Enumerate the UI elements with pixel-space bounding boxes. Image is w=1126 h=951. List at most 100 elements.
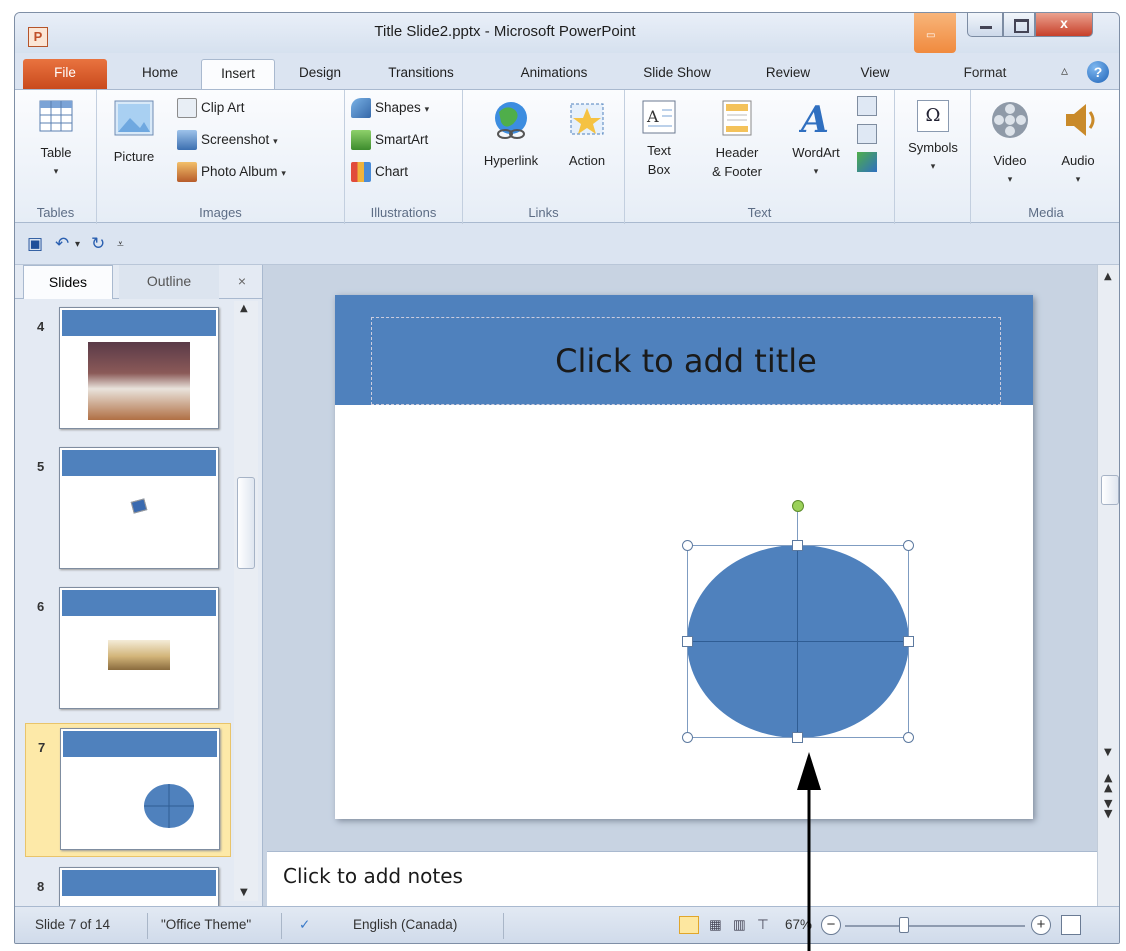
- theme-name[interactable]: "Office Theme": [161, 917, 251, 932]
- tab-outline[interactable]: Outline: [119, 265, 219, 299]
- tab-review[interactable]: Review: [753, 59, 823, 89]
- customize-qat-icon[interactable]: ⩡: [117, 237, 124, 252]
- slide-number: 8: [37, 879, 45, 894]
- resize-handle-top-right[interactable]: [903, 540, 914, 551]
- zoom-slider[interactable]: [845, 917, 1025, 933]
- context-dots-icon: ▭: [926, 30, 936, 41]
- slide-vertical-scrollbar[interactable]: ▲ ▼ ▲ ▲ ▼ ▼: [1097, 265, 1119, 906]
- object-icon[interactable]: [857, 152, 877, 172]
- bedroom-photo: [88, 342, 190, 420]
- fit-slide-icon[interactable]: [1061, 915, 1081, 935]
- svg-text:A: A: [799, 100, 829, 136]
- language[interactable]: English (Canada): [353, 917, 457, 932]
- powerpoint-app-icon[interactable]: P: [28, 27, 48, 47]
- scroll-thumb[interactable]: [1101, 475, 1119, 505]
- header-footer-button[interactable]: Header & Footer: [697, 100, 777, 181]
- video-dropdown-icon: ▾: [1007, 174, 1013, 184]
- smartart-label: SmartArt: [375, 132, 429, 147]
- zoom-out-icon[interactable]: −: [821, 915, 841, 935]
- maximize-button[interactable]: [1003, 13, 1035, 37]
- video-button[interactable]: Video ▾: [977, 100, 1043, 189]
- spell-check-icon[interactable]: ✓: [299, 917, 310, 933]
- undo-dropdown-icon[interactable]: ▾: [75, 239, 80, 250]
- normal-view-icon[interactable]: [679, 916, 699, 934]
- group-symbols: Ω Symbols ▾: [895, 90, 971, 224]
- reading-view-icon[interactable]: ▥: [733, 917, 746, 933]
- tab-file[interactable]: File: [23, 59, 107, 89]
- previous-slide-icon[interactable]: ▲ ▲: [1104, 772, 1112, 793]
- scroll-down-icon[interactable]: ▼: [1104, 747, 1112, 758]
- tab-slides[interactable]: Slides: [23, 265, 113, 299]
- zoom-in-icon[interactable]: +: [1031, 915, 1051, 935]
- slide-thumbnail-7[interactable]: 7: [25, 723, 231, 857]
- help-icon[interactable]: ?: [1087, 61, 1109, 83]
- close-button[interactable]: x: [1035, 13, 1093, 37]
- redo-icon[interactable]: ↻: [91, 234, 105, 254]
- rotation-handle[interactable]: [792, 500, 804, 512]
- resize-handle-bottom-right[interactable]: [903, 732, 914, 743]
- minimize-button[interactable]: [967, 13, 1003, 37]
- resize-handle-bottom-left[interactable]: [682, 732, 693, 743]
- tab-view[interactable]: View: [845, 59, 905, 89]
- slide-info[interactable]: Slide 7 of 14: [35, 917, 110, 932]
- table-dropdown-icon: ▾: [53, 166, 59, 176]
- media-group-label: Media: [1028, 205, 1064, 220]
- clip-art-button[interactable]: Clip Art: [177, 94, 245, 122]
- panel-close-icon[interactable]: ×: [227, 265, 257, 299]
- audio-button[interactable]: Audio ▾: [1045, 100, 1111, 189]
- action-button[interactable]: Action: [557, 100, 617, 170]
- symbols-button[interactable]: Ω Symbols ▾: [899, 100, 967, 176]
- picture-button[interactable]: Picture: [101, 100, 167, 166]
- undo-icon[interactable]: ↶: [55, 234, 69, 254]
- group-text: A Text Box Header & Footer A WordArt ▾ T…: [625, 90, 895, 224]
- wordart-button[interactable]: A WordArt ▾: [781, 99, 851, 181]
- zoom-slider-thumb[interactable]: [899, 917, 909, 933]
- slide-sorter-icon[interactable]: ▦: [709, 917, 722, 933]
- photo-album-button[interactable]: Photo Album ▾: [177, 158, 286, 186]
- tab-insert[interactable]: Insert: [201, 59, 275, 90]
- slide-thumbnail-4[interactable]: 4: [25, 303, 231, 437]
- notes-pane[interactable]: Click to add notes: [267, 851, 1097, 907]
- hyperlink-button[interactable]: Hyperlink: [469, 100, 553, 170]
- slide-thumbnail-6[interactable]: 6: [25, 583, 231, 717]
- tab-slide-show[interactable]: Slide Show: [627, 59, 727, 89]
- slide-show-icon[interactable]: ⊤: [757, 917, 769, 933]
- resize-handle-top[interactable]: [792, 540, 803, 551]
- save-icon[interactable]: ▣: [27, 234, 43, 254]
- scroll-up-icon[interactable]: ▲: [240, 303, 248, 314]
- slide-number: 6: [37, 599, 45, 614]
- next-slide-icon[interactable]: ▼ ▼: [1104, 798, 1112, 819]
- shapes-icon: [351, 98, 371, 119]
- resize-handle-left[interactable]: [682, 636, 693, 647]
- chart-label: Chart: [375, 164, 409, 179]
- group-tables: Table ▾ Tables: [15, 90, 97, 224]
- tab-home[interactable]: Home: [125, 59, 195, 89]
- slides-panel-scrollbar[interactable]: ▲ ▼: [234, 301, 258, 901]
- tab-format[interactable]: Format: [945, 59, 1025, 89]
- resize-handle-top-left[interactable]: [682, 540, 693, 551]
- resize-handle-right[interactable]: [903, 636, 914, 647]
- slide-thumbnail-5[interactable]: 5: [25, 443, 231, 577]
- slide-canvas[interactable]: Click to add title: [335, 295, 1033, 819]
- date-time-icon[interactable]: [857, 96, 877, 116]
- resize-handle-bottom[interactable]: [792, 732, 803, 743]
- tab-transitions[interactable]: Transitions: [371, 59, 471, 89]
- scroll-thumb[interactable]: [237, 477, 255, 569]
- smartart-button[interactable]: SmartArt: [351, 126, 428, 154]
- shapes-button[interactable]: Shapes ▾: [351, 94, 429, 122]
- screenshot-button[interactable]: Screenshot ▾: [177, 126, 278, 154]
- zoom-level[interactable]: 67%: [785, 917, 812, 932]
- chart-button[interactable]: Chart: [351, 158, 408, 186]
- scroll-up-icon[interactable]: ▲: [1104, 271, 1112, 282]
- tab-animations[interactable]: Animations: [499, 59, 609, 89]
- minimize-ribbon-icon[interactable]: ▵: [1061, 63, 1068, 79]
- title-placeholder[interactable]: Click to add title: [371, 317, 1001, 405]
- illustrations-group-label: Illustrations: [370, 205, 437, 220]
- tab-design[interactable]: Design: [285, 59, 355, 89]
- table-button[interactable]: Table ▾: [23, 100, 89, 181]
- text-box-button[interactable]: A Text Box: [629, 100, 689, 179]
- slide-number-icon[interactable]: [857, 124, 877, 144]
- slide-thumbnail-8[interactable]: 8: [25, 863, 231, 907]
- scroll-down-icon[interactable]: ▼: [240, 887, 248, 898]
- photo-album-label: Photo Album: [201, 164, 278, 179]
